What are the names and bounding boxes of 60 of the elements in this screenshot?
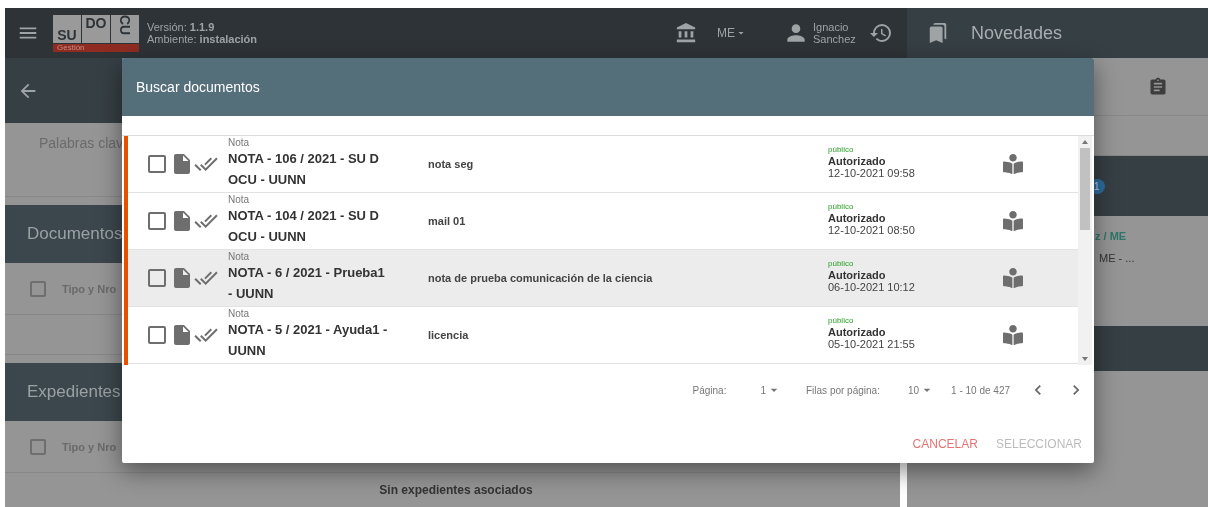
bank-icon [675,22,697,44]
document-type: Nota [228,309,251,319]
history-icon[interactable] [869,21,893,45]
rows-per-page-select[interactable]: 10 [907,382,936,398]
rows-per-page-label: Filas por página: [806,384,880,396]
checkbox[interactable] [148,212,166,230]
document-date: 12-10-2021 09:58 [828,166,916,179]
logo-subtitle: Gestión [53,43,139,52]
document-title: licencia [428,329,470,341]
news-title: Novedades [971,22,1063,44]
checkbox[interactable] [30,280,46,297]
document-row[interactable]: Nota NOTA - 104 / 2021 - SU DOCU - UUNN mail 01 público Autorizado 12-10-2021 08:50 [128,193,1078,250]
reader-icon[interactable] [1003,325,1023,345]
document-number: NOTA - 106 / 2021 - SU DOCU - UUNN [228,150,380,189]
document-type: Nota [228,252,251,262]
page-label: Página: [692,384,727,396]
document-state: Autorizado [828,154,887,167]
document-date: 06-10-2021 10:12 [828,280,916,293]
reader-icon[interactable] [1003,154,1023,174]
checkbox[interactable] [148,269,166,287]
news-snippet: ME - ... [1099,252,1136,264]
document-row[interactable]: Nota NOTA - 5 / 2021 - Ayuda1 - UUNN licencia público Autorizado 05-10-2021 21:55 [128,307,1078,364]
reader-icon[interactable] [1003,268,1023,288]
document-row[interactable]: Nota NOTA - 106 / 2021 - SU DOCU - UUNN nota seg público Autorizado 12-10-2021 09:58 [128,136,1078,193]
range-text: 1 - 10 de 427 [951,384,1010,396]
checkbox[interactable] [148,155,166,173]
document-row[interactable]: Nota NOTA - 6 / 2021 - Prueba1 - UUNN nota de prueba comunicación de la ciencia público Autorizado 06-10-2021 10:12 [128,250,1078,307]
page-select[interactable]: 1 [760,382,782,398]
dialog-title: Buscar documentos [136,79,260,95]
logo-letters: CU [111,14,139,43]
document-type: Nota [228,138,251,148]
dialog-action-button[interactable]: CANCELAR [912,433,978,455]
reader-icon[interactable] [1003,211,1023,231]
visibility-label: público [828,143,855,155]
scroll-down-icon[interactable] [1082,357,1088,361]
bookmarks-icon [927,22,949,44]
logo-letters: SU [53,14,81,43]
document-title: nota seg [428,158,475,170]
document-number: NOTA - 6 / 2021 - Prueba1 - UUNN [228,264,386,303]
scroll-up-icon[interactable] [1082,140,1088,144]
version-text: Versión: 1.1.9 [147,21,216,33]
document-type: Nota [228,195,251,205]
scrollbar[interactable] [1078,136,1092,365]
document-state: Autorizado [828,325,887,338]
org-dropdown[interactable]: ME [717,26,747,40]
checkbox[interactable] [148,326,166,344]
document-state: Autorizado [828,211,887,224]
environment-text: Ambiente: instalación [147,33,258,45]
checkbox[interactable] [30,438,46,455]
visibility-label: público [828,314,855,326]
document-title: mail 01 [428,215,467,227]
user-name: Ignacio Sanchez [813,21,857,45]
document-state: Autorizado [828,268,887,281]
document-date: 05-10-2021 21:55 [828,337,916,350]
empty-message: Sin expedientes asociados [378,482,534,497]
document-title: nota de prueba comunicación de la ciencia [428,272,654,284]
clipboard-icon[interactable] [1148,76,1168,97]
document-number: NOTA - 5 / 2021 - Ayuda1 - UUNN [228,321,388,360]
logo-letters: DO [82,14,110,43]
document-number: NOTA - 104 / 2021 - SU DOCU - UUNN [228,207,380,246]
